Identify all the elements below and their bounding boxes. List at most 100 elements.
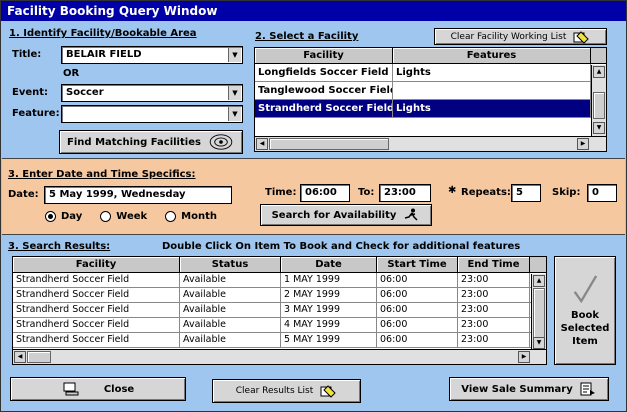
results-row[interactable]: Strandherd Soccer Field Available 4 MAY 19… [13, 318, 546, 333]
results-row[interactable]: Strandherd Soccer Field Available 1 MAY 19… [13, 273, 546, 288]
document-icon [580, 382, 595, 396]
results-cell: 2 MAY 1999 [281, 288, 377, 302]
radio-button[interactable] [165, 211, 177, 222]
scroll-up-icon[interactable]: ▲ [533, 275, 545, 287]
book-selected-label: Book Selected Item [560, 310, 610, 347]
facility-list-header: Facility Features [255, 48, 606, 64]
period-radio-month[interactable]: Month [165, 211, 217, 222]
facility-name-cell: Longfields Soccer Field [255, 64, 393, 81]
chevron-down-icon[interactable]: ▼ [228, 48, 241, 62]
clear-facility-label: Clear Facility Working List [450, 31, 567, 42]
facility-list-item[interactable]: Tanglewood Soccer Field [255, 82, 606, 100]
results-cell: Strandherd Soccer Field [13, 273, 180, 287]
period-radio-day[interactable]: Day [45, 211, 82, 222]
scroll-thumb[interactable] [27, 351, 51, 363]
results-cell: Available [180, 318, 281, 332]
results-cell: 23:00 [458, 288, 530, 302]
results-row[interactable]: Strandherd Soccer Field Available 2 MAY 19… [13, 288, 546, 303]
event-combo[interactable]: Soccer ▼ [61, 84, 243, 102]
period-radio-week[interactable]: Week [100, 211, 147, 222]
results-cell: 06:00 [377, 318, 458, 332]
facility-booking-window: Facility Booking Query Window 1. Identif… [0, 0, 627, 412]
results-cell: Available [180, 288, 281, 302]
book-selected-item-button[interactable]: Book Selected Item [554, 256, 616, 365]
results-column-header[interactable]: End Time [458, 257, 530, 272]
facility-name-cell: Tanglewood Soccer Field [255, 82, 393, 99]
results-row[interactable]: Strandherd Soccer Field Available 3 MAY 19… [13, 303, 546, 318]
clear-facility-working-list-button[interactable]: Clear Facility Working List [434, 28, 607, 45]
facility-features-cell [393, 82, 591, 99]
scroll-thumb[interactable] [533, 288, 545, 338]
facility-list-item[interactable]: Strandherd Soccer Field Lights [255, 100, 606, 118]
results-hscroll[interactable]: ◀ ▶ [13, 349, 546, 364]
view-sale-summary-label: View Sale Summary [461, 383, 573, 395]
scroll-right-icon[interactable]: ▶ [577, 138, 589, 150]
scroll-down-icon[interactable]: ▼ [593, 122, 605, 134]
date-field[interactable]: 5 May 1999, Wednesday [44, 186, 232, 204]
results-cell: Strandherd Soccer Field [13, 318, 180, 332]
clear-results-label: Clear Results List [235, 386, 314, 396]
results-column-header[interactable]: Date [281, 257, 377, 272]
results-table[interactable]: Facility Status Date Start Time End Time Str… [12, 256, 547, 365]
results-cell: Strandherd Soccer Field [13, 303, 180, 317]
scroll-left-icon[interactable]: ◀ [14, 351, 26, 363]
magnifier-icon [209, 134, 233, 150]
close-button[interactable]: Close [10, 377, 186, 401]
results-column-header[interactable]: Start Time [377, 257, 458, 272]
section2-title: 2. Select a Facility [255, 31, 359, 42]
facility-list-hscroll[interactable]: ◀ ▶ [255, 136, 606, 151]
results-column-header[interactable]: Facility [13, 257, 180, 272]
search-for-availability-button[interactable]: Search for Availability [260, 204, 432, 226]
results-title: 3. Search Results: [8, 241, 111, 252]
facility-name-cell: Strandherd Soccer Field [255, 100, 393, 117]
scroll-thumb[interactable] [269, 138, 389, 150]
view-sale-summary-button[interactable]: View Sale Summary [449, 377, 609, 401]
radio-button[interactable] [100, 211, 112, 222]
results-cell: Strandherd Soccer Field [13, 333, 180, 347]
radio-button[interactable] [45, 211, 56, 222]
results-cell: 23:00 [458, 318, 530, 332]
or-label: OR [63, 68, 80, 79]
skip-field[interactable]: 0 [587, 184, 617, 202]
window-title: Facility Booking Query Window [1, 1, 626, 21]
time-from-field[interactable]: 06:00 [300, 184, 350, 202]
scroll-right-icon[interactable]: ▶ [518, 351, 530, 363]
date-label: Date: [8, 189, 39, 200]
feature-combo[interactable]: ▼ [61, 105, 243, 123]
title-combo[interactable]: BELAIR FIELD ▼ [61, 46, 243, 64]
scroll-thumb[interactable] [593, 92, 605, 119]
chevron-down-icon[interactable]: ▼ [228, 86, 241, 100]
column-header-facility[interactable]: Facility [255, 48, 393, 63]
radio-label: Month [181, 211, 217, 222]
chevron-down-icon[interactable]: ▼ [228, 107, 241, 121]
radio-label: Day [61, 211, 83, 222]
results-hint: Double Click On Item To Book and Check f… [162, 241, 521, 252]
section1-title: 1. Identify Facility/Bookable Area [9, 28, 197, 39]
results-cell: 4 MAY 1999 [281, 318, 377, 332]
clear-results-list-button[interactable]: Clear Results List [212, 379, 361, 403]
results-cell: Available [180, 333, 281, 347]
results-cell: 06:00 [377, 303, 458, 317]
scroll-left-icon[interactable]: ◀ [256, 138, 268, 150]
facility-features-cell: Lights [393, 64, 591, 81]
results-cell: 23:00 [458, 273, 530, 287]
to-label: To: [358, 187, 375, 198]
facility-list-vscroll[interactable]: ▲ ▼ [591, 65, 606, 136]
skip-label: Skip: [552, 187, 581, 198]
facility-list[interactable]: Facility Features Longfields Soccer Fiel… [254, 47, 607, 152]
time-label: Time: [265, 187, 297, 198]
time-to-field[interactable]: 23:00 [379, 184, 431, 202]
event-label: Event: [12, 87, 49, 98]
results-cell: 23:00 [458, 303, 530, 317]
scroll-down-icon[interactable]: ▼ [533, 337, 545, 349]
find-matching-facilities-button[interactable]: Find Matching Facilities [59, 130, 243, 154]
column-header-features[interactable]: Features [393, 48, 591, 63]
computer-icon [63, 382, 79, 396]
repeats-field[interactable]: 5 [511, 184, 541, 202]
facility-list-item[interactable]: Longfields Soccer Field Lights [255, 64, 606, 82]
results-column-header[interactable]: Status [180, 257, 281, 272]
results-row[interactable]: Strandherd Soccer Field Available 5 MAY 19… [13, 333, 546, 348]
eraser-icon [573, 30, 590, 44]
results-vscroll[interactable]: ▲ ▼ [531, 274, 546, 351]
scroll-up-icon[interactable]: ▲ [593, 66, 605, 78]
